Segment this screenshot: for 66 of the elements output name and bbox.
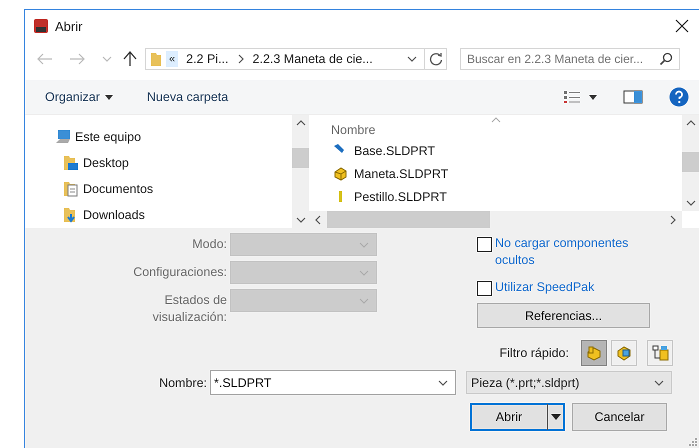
refresh-icon	[428, 52, 442, 66]
filter-button[interactable]	[647, 340, 673, 366]
field-label: Estados de visualización:	[152, 292, 227, 326]
checkbox[interactable]	[477, 237, 492, 252]
computer-icon	[55, 129, 71, 145]
field-label: Modo:	[191, 236, 227, 253]
sidebar-item[interactable]: Downloads	[55, 205, 292, 225]
app-logo-icon	[33, 18, 49, 34]
caret-icon	[104, 94, 113, 100]
documents-folder-icon	[63, 181, 79, 197]
sort-caret-icon	[491, 117, 501, 123]
open-button[interactable]: Abrir	[470, 403, 565, 431]
scrollbar[interactable]	[682, 115, 699, 211]
refresh-button[interactable]	[425, 48, 447, 70]
view-list-icon[interactable]	[563, 90, 581, 104]
window-title: Abrir	[55, 18, 82, 34]
scroll-up-icon[interactable]	[686, 120, 696, 126]
preview-pane-icon[interactable]	[623, 90, 643, 104]
name-label: Nombre:	[158, 376, 207, 390]
checkbox-label[interactable]: Utilizar SpeedPak	[495, 279, 594, 296]
breadcrumb[interactable]: 2.2.3 Maneta de cie...	[248, 52, 377, 66]
field-label: Configuraciones:	[132, 264, 227, 281]
chevron-right-icon	[236, 54, 245, 64]
caret-icon	[551, 414, 561, 420]
new-folder-button[interactable]: Nueva carpeta	[144, 86, 230, 108]
address-bar[interactable]: « 2.2 Pi... 2.2.3 Maneta de cie...	[145, 48, 425, 70]
scroll-right-icon[interactable]	[670, 214, 676, 224]
search-field[interactable]: Buscar en 2.2.3 Maneta de cier...	[460, 48, 680, 70]
scrollbar[interactable]	[292, 115, 309, 228]
sidebar-item[interactable]: Documentos	[55, 179, 292, 199]
up-arrow-icon[interactable]	[123, 51, 137, 67]
organize-button[interactable]: Organizar	[43, 86, 115, 108]
search-icon	[659, 52, 673, 66]
breadcrumb[interactable]: 2.2 Pi...	[182, 52, 233, 66]
file-type-dropdown[interactable]: Pieza (*.prt;*.sldprt)	[466, 371, 672, 394]
resize-grip-icon	[689, 438, 697, 446]
scroll-down-icon[interactable]	[296, 217, 306, 223]
scrollbar-thumb[interactable]	[682, 152, 699, 172]
part-icon	[333, 166, 348, 181]
file-item[interactable]: Base.SLDPRT	[331, 139, 682, 162]
sidebar-item[interactable]: Desktop	[55, 153, 292, 173]
scrollbar-thumb[interactable]	[292, 148, 309, 168]
column-header[interactable]: Nombre	[331, 123, 682, 139]
scroll-up-icon[interactable]	[296, 120, 306, 126]
assembly-icon	[615, 344, 633, 362]
desktop-folder-icon	[63, 155, 79, 171]
caret-icon[interactable]	[589, 94, 597, 100]
folder-icon	[150, 51, 162, 67]
file-name-field[interactable]: *.SLDPRT	[210, 370, 456, 395]
filter-label: Filtro rápido:	[500, 346, 569, 360]
file-item[interactable]: Maneta.SLDPRT	[331, 162, 682, 185]
scroll-down-icon[interactable]	[686, 200, 696, 206]
drawing-icon	[651, 344, 669, 362]
close-icon[interactable]	[675, 19, 689, 33]
checkbox[interactable]	[477, 281, 492, 296]
filter-button[interactable]	[611, 340, 637, 366]
scroll-left-icon[interactable]	[315, 214, 321, 224]
part-icon	[585, 344, 603, 362]
cancel-button[interactable]: Cancelar	[572, 403, 667, 431]
checkbox-label[interactable]: No cargar componentes ocultos	[495, 235, 647, 269]
sidebar-item[interactable]: Este equipo	[55, 127, 292, 147]
references-button[interactable]: Referencias...	[477, 303, 650, 328]
path-overflow-button[interactable]: «	[166, 51, 178, 67]
scrollbar-thumb[interactable]	[327, 211, 490, 228]
help-icon[interactable]	[669, 87, 689, 107]
file-item[interactable]: Pestillo.SLDPRT	[331, 185, 682, 208]
